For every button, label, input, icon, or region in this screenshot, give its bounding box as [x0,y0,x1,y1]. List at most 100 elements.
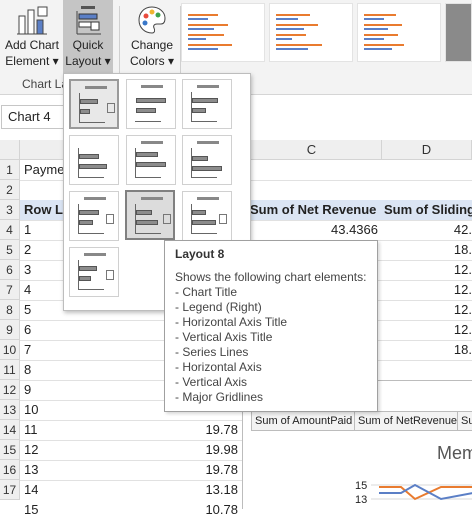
tooltip-item: - Series Lines [175,345,249,359]
cell-row-labels-header[interactable]: Row La [24,200,64,220]
row-header[interactable]: 3 [0,200,20,220]
cell-row-label[interactable]: 7 [24,340,31,360]
y-axis-tick: 15 [355,480,368,492]
cell-row-label[interactable]: 8 [24,360,31,380]
row-header[interactable]: 1 [0,160,20,180]
layout-6-thumb[interactable] [182,135,232,185]
row-header[interactable]: 15 [0,440,20,460]
cell-row-label[interactable]: 6 [24,320,31,340]
column-header-c[interactable]: C [242,140,382,160]
cell-row-label[interactable]: 9 [24,380,31,400]
row-header[interactable]: 9 [0,320,20,340]
chart-styles-gallery[interactable] [181,3,472,62]
row-header[interactable]: 10 [0,340,20,360]
add-chart-element-button[interactable]: Add Chart Element ▾ [0,0,64,72]
row-header[interactable]: 11 [0,360,20,380]
layout-3-thumb[interactable] [182,79,232,129]
quick-layout-icon [76,6,101,35]
cell-row-label[interactable]: 3 [24,260,31,280]
chevron-down-icon: ▾ [52,54,59,68]
chart-style-thumb[interactable] [445,3,472,62]
tooltip-item: - Major Gridlines [175,390,264,404]
chart-style-thumb[interactable] [269,3,353,62]
cell-b-value[interactable]: 19.78 [160,460,238,480]
row-header[interactable]: 12 [0,380,20,400]
cell-sliding-header[interactable]: Sum of Sliding [384,200,472,220]
layout-tooltip: Layout 8 Shows the following chart eleme… [164,240,378,412]
row-header[interactable]: 7 [0,280,20,300]
name-box[interactable]: Chart 4 [1,105,64,129]
cell-row-label[interactable]: 14 [24,480,38,500]
column-header-d[interactable]: D [382,140,472,160]
cell-sliding[interactable]: 12. [384,300,472,320]
ribbon-group-label: Chart La [22,77,69,91]
y-axis-tick: 13 [355,494,368,506]
layout-5-thumb[interactable] [126,135,176,185]
chart-plot-area [371,483,472,501]
cell-sliding[interactable]: 12. [384,260,472,280]
chart-style-thumb[interactable] [181,3,265,62]
tooltip-item: - Chart Title [175,285,238,299]
layout-7-thumb[interactable] [69,191,119,241]
change-colors-label-2: Colors ▾ [129,54,175,68]
cell-row-label[interactable]: 4 [24,280,31,300]
row-header[interactable]: 2 [0,180,20,200]
row-header[interactable]: 4 [0,220,20,240]
row-header[interactable]: 6 [0,260,20,280]
chart-field-button[interactable]: Su [457,411,472,431]
tooltip-item: - Vertical Axis Title [175,330,273,344]
chart-style-thumb[interactable] [357,3,441,62]
change-colors-button[interactable]: Change Colors ▾ [124,0,180,72]
tooltip-title: Layout 8 [175,247,225,261]
tooltip-description: Shows the following chart elements: [175,270,367,284]
cell-sliding[interactable]: 12. [384,280,472,300]
quick-layout-label-2: Layout ▾ [65,54,111,68]
layout-10-thumb[interactable] [69,247,119,297]
chart-title[interactable]: Mem [437,443,472,464]
row-header[interactable]: 13 [0,400,20,420]
cell-sliding[interactable]: 18. [384,340,472,360]
cell-a1[interactable]: Payme [24,160,64,180]
chevron-down-icon: ▾ [104,54,111,68]
tooltip-item: - Horizontal Axis Title [175,315,288,329]
tooltip-item: - Horizontal Axis [175,360,262,374]
select-all-corner[interactable] [0,140,20,160]
add-chart-element-icon [17,6,48,35]
row-header[interactable]: 8 [0,300,20,320]
chart-field-button[interactable]: Sum of NetRevenue [354,411,462,431]
cell-b-value[interactable]: 19.98 [160,440,238,460]
palette-icon [138,6,166,34]
chevron-down-icon: ▾ [168,54,175,68]
cell-net-revenue[interactable]: 43.4366 [250,220,378,240]
layout-4-thumb[interactable] [69,135,119,185]
layout-9-thumb[interactable] [182,191,232,241]
cell-row-label[interactable]: 2 [24,240,31,260]
cell-b-value[interactable]: 13.18 [160,480,238,500]
layout-2-thumb[interactable] [126,79,176,129]
cell-net-revenue-header[interactable]: Sum of Net Revenue [250,200,380,220]
row-header[interactable]: 16 [0,460,20,480]
change-colors-label-1: Change [130,38,174,52]
row-header[interactable]: 17 [0,480,20,500]
cell-b-value[interactable]: 10.78 [160,500,238,520]
quick-layout-button[interactable]: Quick Layout ▾ [63,0,113,74]
cell-sliding[interactable]: 12. [384,320,472,340]
cell-row-label[interactable]: 10 [24,400,38,420]
add-chart-label-2: Element ▾ [5,54,59,68]
cell-row-label[interactable]: 15 [24,500,38,520]
row-header[interactable]: 14 [0,420,20,440]
layout-1-thumb[interactable] [69,79,119,129]
chart-field-button[interactable]: Sum of AmountPaid [251,411,357,431]
layout-8-thumb[interactable] [125,190,175,240]
cell-row-label[interactable]: 5 [24,300,31,320]
tooltip-item: - Vertical Axis [175,375,248,389]
cell-row-label[interactable]: 11 [24,420,38,440]
add-chart-label-1: Add Chart [4,38,60,52]
cell-row-label[interactable]: 13 [24,460,38,480]
cell-sliding[interactable]: 18. [384,240,472,260]
cell-b-value[interactable]: 19.78 [160,420,238,440]
cell-row-label[interactable]: 12 [24,440,38,460]
row-header[interactable]: 5 [0,240,20,260]
cell-sliding[interactable]: 42. [384,220,472,240]
cell-row-label[interactable]: 1 [24,220,31,240]
